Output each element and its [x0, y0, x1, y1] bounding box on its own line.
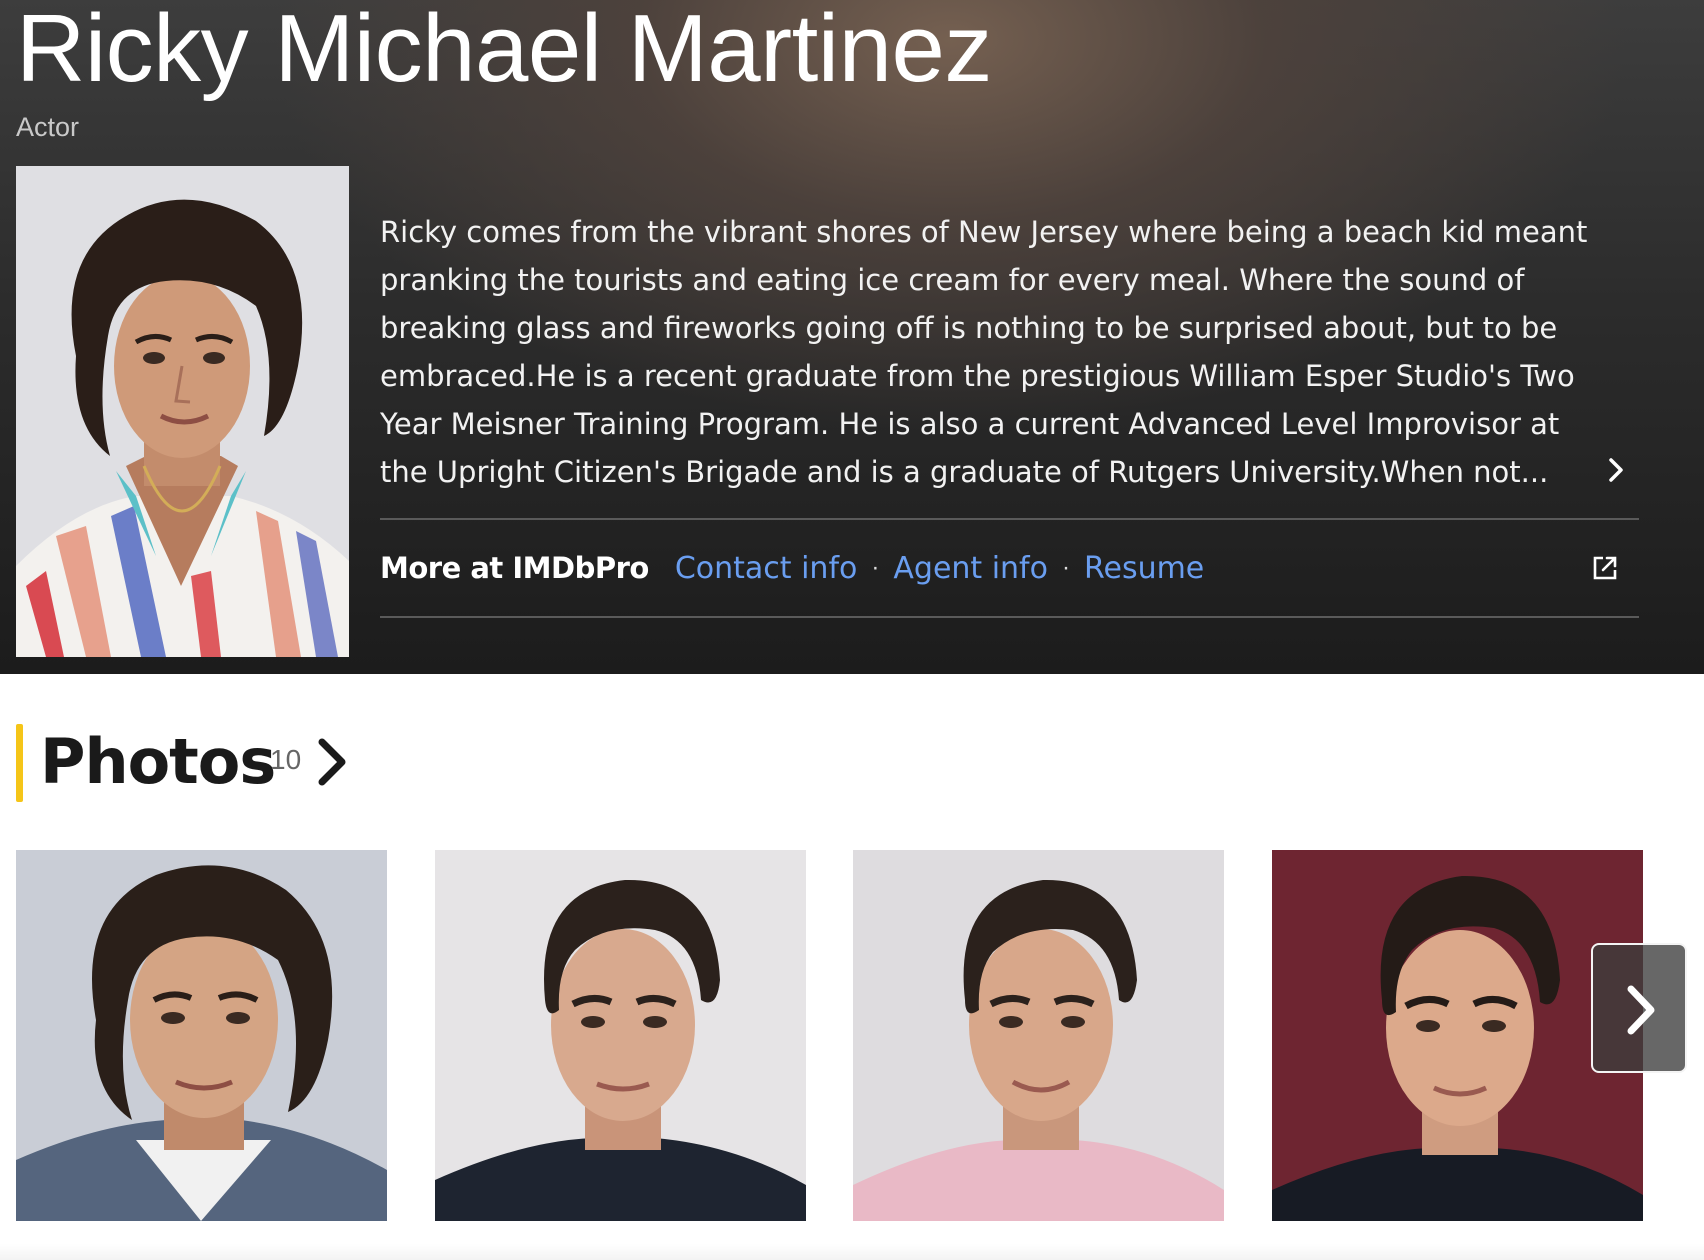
imdbpro-row: More at IMDbPro Contact info · Agent inf…	[380, 548, 1639, 588]
photos-heading[interactable]: Photos	[40, 722, 276, 802]
resume-link[interactable]: Resume	[1084, 551, 1204, 586]
chevron-right-icon[interactable]	[314, 736, 350, 788]
agent-info-link[interactable]: Agent info	[893, 551, 1048, 586]
separator-dot: ·	[871, 554, 880, 581]
photo-thumbnail[interactable]	[1272, 850, 1643, 1221]
bio-block[interactable]: Ricky comes from the vibrant shores of N…	[380, 208, 1650, 496]
photo-thumbnail[interactable]	[853, 850, 1224, 1221]
chevron-right-icon	[1627, 985, 1655, 1035]
divider	[0, 1244, 1704, 1260]
photo-thumbnail[interactable]	[435, 850, 806, 1221]
chevron-right-icon[interactable]	[1600, 452, 1632, 484]
section-accent-bar	[16, 724, 23, 802]
page-title: Ricky Michael Martinez	[16, 0, 992, 102]
divider	[380, 518, 1639, 520]
imdbpro-label: More at IMDbPro	[380, 551, 649, 585]
contact-info-link[interactable]: Contact info	[675, 551, 858, 586]
separator-dot: ·	[1061, 554, 1070, 581]
carousel-next-button[interactable]	[1591, 943, 1687, 1073]
bio-text: Ricky comes from the vibrant shores of N…	[380, 215, 1588, 489]
photo-thumbnail[interactable]	[16, 850, 387, 1221]
divider	[380, 616, 1639, 618]
hero-section: Ricky Michael Martinez Actor Ricky comes…	[0, 0, 1704, 674]
external-link-icon[interactable]	[1591, 554, 1619, 582]
photos-count: 10	[270, 744, 302, 775]
role-label: Actor	[16, 112, 80, 142]
poster-image[interactable]	[16, 166, 349, 657]
